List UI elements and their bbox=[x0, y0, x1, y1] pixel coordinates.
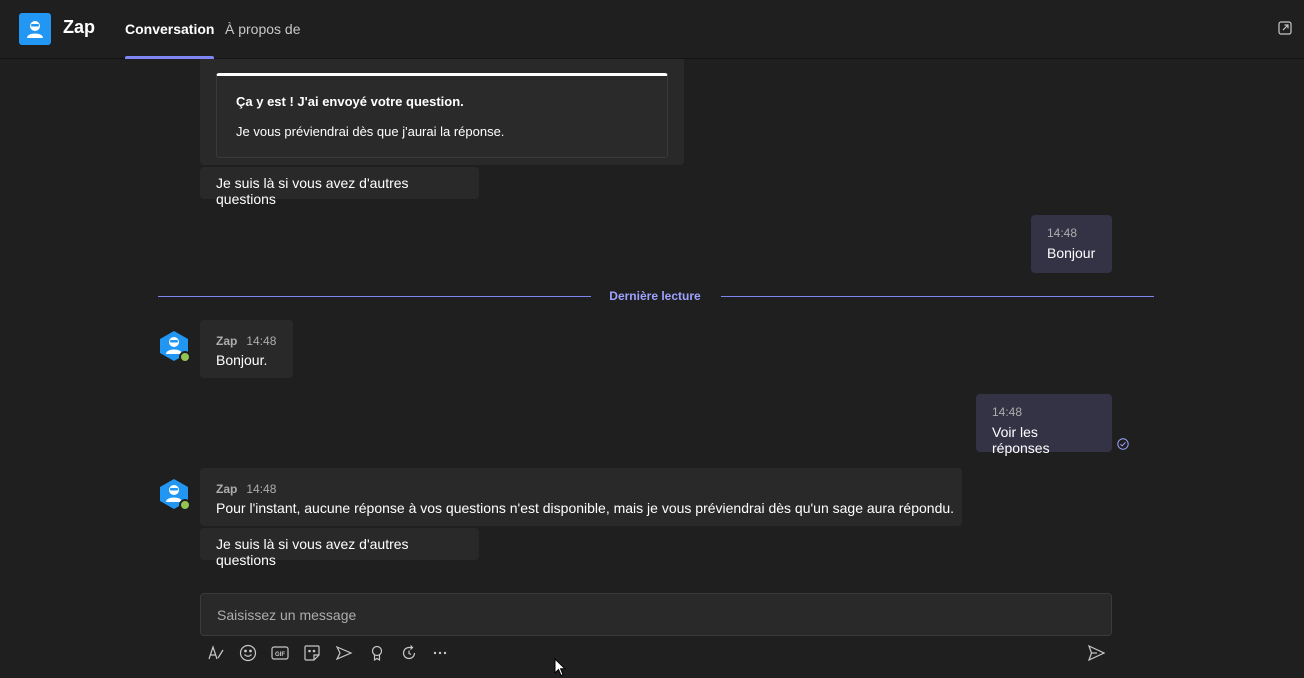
bot-message: Zap 14:48 Pour l'instant, aucune réponse … bbox=[200, 468, 962, 526]
message-time: 14:48 bbox=[246, 482, 277, 496]
format-icon[interactable] bbox=[207, 644, 225, 662]
loop-icon[interactable] bbox=[400, 644, 418, 662]
message-time: 14:48 bbox=[992, 405, 1023, 419]
message-text: Bonjour. bbox=[216, 352, 268, 368]
message-text: Je suis là si vous avez d'autres questio… bbox=[216, 175, 409, 207]
app-header: Zap Conversation À propos de bbox=[0, 0, 1304, 59]
card-title: Ça y est ! J'ai envoyé votre question. bbox=[236, 94, 464, 109]
gif-icon[interactable]: GIF bbox=[271, 644, 289, 662]
available-status-icon bbox=[179, 351, 191, 363]
emoji-icon[interactable] bbox=[239, 644, 257, 662]
message-text: Je suis là si vous avez d'autres questio… bbox=[216, 536, 409, 568]
app-title: Zap bbox=[63, 17, 96, 37]
bot-avatar[interactable] bbox=[158, 330, 191, 363]
bot-avatar[interactable] bbox=[158, 478, 191, 511]
seen-check-icon bbox=[1117, 437, 1129, 450]
message-time: 14:48 bbox=[246, 334, 277, 348]
user-message: 14:48 Voir les réponses bbox=[976, 394, 1112, 456]
message-text: Pour l'instant, aucune réponse à vos que… bbox=[216, 500, 955, 516]
send-icon[interactable] bbox=[1087, 644, 1106, 662]
last-read-divider-right bbox=[721, 296, 1154, 297]
sender-name: Zap bbox=[216, 334, 238, 348]
more-options-icon[interactable] bbox=[431, 644, 449, 662]
available-status-icon bbox=[179, 499, 191, 511]
popout-icon[interactable] bbox=[1278, 21, 1292, 35]
message-time: 14:48 bbox=[1047, 226, 1078, 240]
bot-card-message: Ça y est ! J'ai envoyé votre question. J… bbox=[200, 59, 684, 165]
message-text: Bonjour bbox=[1047, 245, 1096, 261]
sender-name: Zap bbox=[216, 482, 238, 496]
message-input[interactable] bbox=[201, 594, 1111, 635]
bot-followup-message: Je suis là si vous avez d'autres questio… bbox=[200, 167, 479, 207]
bot-followup-message: Je suis là si vous avez d'autres questio… bbox=[200, 528, 479, 568]
compose-box[interactable] bbox=[200, 593, 1112, 636]
card-text: Je vous préviendrai dès que j'aurai la r… bbox=[236, 124, 505, 139]
tab-about[interactable]: À propos de bbox=[225, 21, 301, 59]
bot-message: Zap 14:48 Bonjour. bbox=[200, 320, 293, 378]
last-read-divider-left bbox=[158, 296, 591, 297]
svg-text:GIF: GIF bbox=[275, 652, 285, 658]
mouse-cursor-icon bbox=[554, 657, 567, 677]
user-message: 14:48 Bonjour bbox=[1031, 215, 1112, 273]
adaptive-card: Ça y est ! J'ai envoyé votre question. J… bbox=[216, 73, 668, 158]
last-read-label: Dernière lecture bbox=[609, 289, 701, 303]
sticker-icon[interactable] bbox=[303, 644, 321, 662]
tab-conversation[interactable]: Conversation bbox=[125, 21, 215, 59]
schedule-meeting-icon[interactable] bbox=[335, 644, 353, 662]
message-text: Voir les réponses bbox=[992, 424, 1050, 456]
praise-icon[interactable] bbox=[368, 644, 386, 662]
zap-app-icon bbox=[19, 13, 51, 45]
